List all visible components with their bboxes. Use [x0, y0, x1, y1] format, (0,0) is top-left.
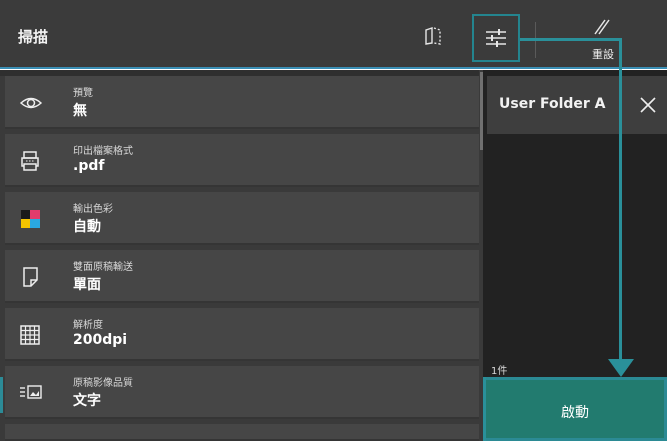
grid-icon [19, 325, 43, 345]
setting-label: 原稿影像品質 [73, 378, 133, 389]
setting-preview[interactable]: 預覽 無 [5, 76, 479, 129]
image-quality-icon [19, 383, 43, 403]
settings-sliders-button[interactable] [472, 14, 520, 62]
setting-duplex[interactable]: 雙面原稿輸送 單面 [5, 250, 479, 303]
setting-next-partial[interactable] [5, 424, 479, 441]
setting-resolution[interactable]: 解析度 200dpi [5, 308, 479, 361]
reset-icon [594, 19, 610, 35]
book-icon[interactable] [422, 26, 444, 46]
setting-output-color[interactable]: 輸出色彩 自動 [5, 192, 479, 245]
destination-count: 1件 [491, 366, 508, 377]
close-icon[interactable] [639, 96, 657, 114]
color-icon [19, 209, 43, 229]
setting-label: 輸出色彩 [73, 204, 113, 215]
sliders-icon [486, 29, 506, 47]
setting-value: 自動 [73, 219, 101, 235]
setting-value: .pdf [73, 158, 105, 174]
arrow-down-icon [608, 359, 634, 377]
page-title: 掃描 [18, 28, 49, 46]
guide-line-horizontal [520, 38, 622, 41]
setting-image-quality[interactable]: 原稿影像品質 文字 [5, 366, 479, 419]
setting-label: 雙面原稿輸送 [73, 262, 133, 273]
folder-name: User Folder A [499, 96, 606, 112]
setting-file-format[interactable]: 印出檔案格式 .pdf [5, 134, 479, 187]
guide-line-vertical [619, 38, 622, 366]
start-label: 啟動 [561, 405, 589, 421]
setting-value: 單面 [73, 277, 101, 293]
setting-value: 文字 [73, 393, 101, 409]
setting-value: 200dpi [73, 332, 128, 348]
setting-label: 預覽 [73, 88, 93, 99]
setting-label: 解析度 [73, 320, 103, 331]
reset-label: 重設 [592, 48, 614, 61]
eye-icon [19, 93, 43, 113]
setting-label: 印出檔案格式 [73, 146, 133, 157]
printer-icon [19, 151, 43, 171]
highlight-edge [0, 377, 3, 413]
setting-value: 無 [73, 103, 87, 119]
header-underline [0, 67, 667, 69]
start-button[interactable]: 啟動 [483, 377, 667, 441]
document-icon [19, 267, 43, 287]
destination-folder[interactable]: User Folder A [487, 76, 667, 134]
start-highlight-left [483, 377, 486, 441]
